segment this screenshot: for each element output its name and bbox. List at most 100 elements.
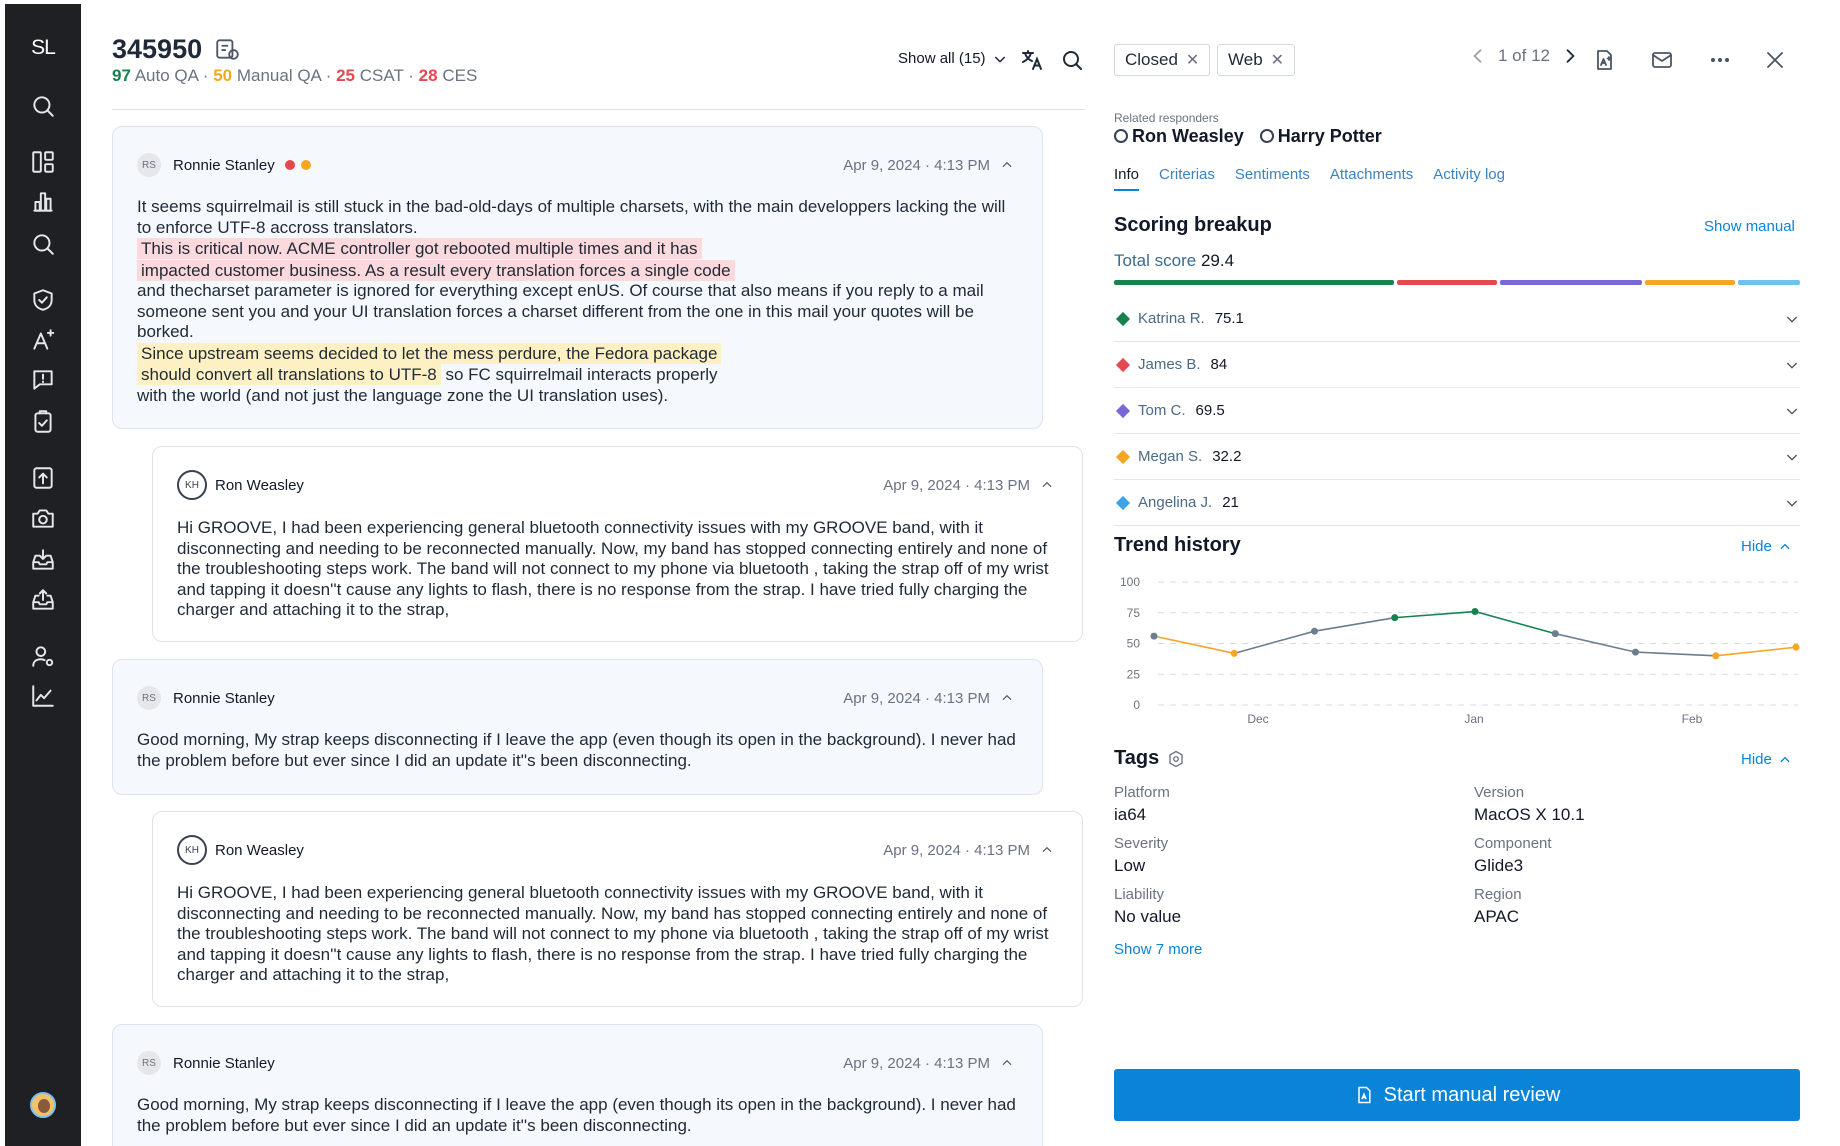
- upload-icon[interactable]: [29, 464, 57, 492]
- tab-sentiments[interactable]: Sentiments: [1235, 166, 1310, 191]
- trend-line-segment: [1153, 635, 1235, 655]
- tab-attachments[interactable]: Attachments: [1330, 166, 1413, 191]
- start-manual-review-button[interactable]: Start manual review: [1114, 1069, 1800, 1121]
- show-more-tags-link[interactable]: Show 7 more: [1114, 941, 1202, 958]
- responder[interactable]: Ron Weasley: [1114, 126, 1244, 147]
- search-icon[interactable]: [29, 92, 57, 120]
- chevron-down-icon[interactable]: [1784, 449, 1800, 465]
- user-settings-icon[interactable]: [29, 642, 57, 670]
- conversation-header: 345950 97 Auto QA · 50 Manual QA · 25 CS…: [112, 30, 1085, 110]
- inbox-out-icon[interactable]: [29, 586, 57, 614]
- user-avatar[interactable]: [30, 1092, 56, 1118]
- inbox-in-icon[interactable]: [29, 546, 57, 574]
- x-tick-label: Feb: [1682, 712, 1703, 726]
- score-bar-segment: [1114, 280, 1394, 285]
- tab-info[interactable]: Info: [1114, 166, 1140, 191]
- message-body: It seems squirrelmail is still stuck in …: [137, 197, 1006, 405]
- ai-review-icon[interactable]: [1590, 46, 1618, 74]
- message-header: KH Ron Weasley Apr 9, 2024 · 4:13 PM: [177, 470, 1054, 500]
- show-all-dropdown[interactable]: Show all (15): [898, 50, 1008, 67]
- tag-version: Version MacOS X 10.1: [1474, 784, 1585, 824]
- app-logo[interactable]: SL: [5, 36, 81, 60]
- chevron-down-icon[interactable]: [1784, 403, 1800, 419]
- trend-line-segment: [1474, 610, 1556, 635]
- search-icon[interactable]: [1058, 46, 1086, 74]
- channel-chip-web[interactable]: Web ✕: [1217, 44, 1296, 76]
- shield-check-icon[interactable]: [29, 286, 57, 314]
- sidebar: SL: [5, 4, 81, 1146]
- message-date[interactable]: Apr 9, 2024 · 4:13 PM: [843, 157, 1014, 174]
- tag-component: Component Glide3: [1474, 835, 1552, 875]
- camera-icon[interactable]: [29, 504, 57, 532]
- tag-severity: Severity Low: [1114, 835, 1169, 875]
- message-date[interactable]: Apr 9, 2024 · 4:13 PM: [843, 1055, 1014, 1072]
- tab-criterias[interactable]: Criterias: [1159, 166, 1215, 191]
- trend-chart-icon[interactable]: [29, 682, 57, 710]
- trend-line-segment: [1234, 630, 1315, 655]
- message-header: KH Ron Weasley Apr 9, 2024 · 4:13 PM: [177, 835, 1054, 865]
- message-date[interactable]: Apr 9, 2024 · 4:13 PM: [883, 477, 1054, 494]
- close-icon[interactable]: ✕: [1271, 50, 1284, 70]
- hide-trend-link[interactable]: Hide: [1741, 538, 1792, 555]
- scoring-breakup-title: Scoring breakup: [1114, 214, 1272, 236]
- ai-text-icon[interactable]: [29, 326, 57, 354]
- chevron-down-icon[interactable]: [1784, 311, 1800, 327]
- message-date[interactable]: Apr 9, 2024 · 4:13 PM: [843, 690, 1014, 707]
- tab-activity-log[interactable]: Activity log: [1433, 166, 1505, 191]
- message-header: RS Ronnie Stanley Apr 9, 2024 · 4:13 PM: [137, 153, 1014, 177]
- show-manual-link[interactable]: Show manual: [1704, 218, 1795, 235]
- scorer-row[interactable]: Angelina J. 21: [1114, 480, 1800, 526]
- message-author: Ronnie Stanley: [173, 689, 275, 707]
- feedback-icon[interactable]: [29, 366, 57, 394]
- scorer-name: Katrina R.: [1138, 310, 1205, 327]
- bar-chart-icon[interactable]: [29, 188, 57, 216]
- hide-tags-link[interactable]: Hide: [1741, 751, 1792, 768]
- scorer-color-marker: [1115, 357, 1131, 372]
- headset-icon: [1259, 129, 1274, 143]
- chevron-down-icon: [994, 56, 1005, 63]
- message-customer: RS Ronnie Stanley Apr 9, 2024 · 4:13 PM …: [112, 659, 1043, 795]
- scorer-color-marker: [1115, 311, 1131, 326]
- chevron-up-icon: [1002, 694, 1012, 701]
- trend-point: [1792, 643, 1800, 651]
- tag-region: Region APAC: [1474, 886, 1522, 926]
- mail-icon[interactable]: [1648, 46, 1676, 74]
- status-chip-closed[interactable]: Closed ✕: [1114, 44, 1211, 76]
- agent-headset-avatar: KH: [177, 470, 207, 500]
- dashboard-icon[interactable]: [29, 148, 57, 176]
- close-icon[interactable]: [1761, 46, 1789, 74]
- scorer-name: Tom C.: [1138, 402, 1186, 419]
- chevron-down-icon[interactable]: [1784, 357, 1800, 373]
- clipboard-check-icon[interactable]: [29, 408, 57, 436]
- chevron-down-icon[interactable]: [1784, 495, 1800, 511]
- y-tick-label: 25: [1127, 667, 1141, 681]
- message-author: Ronnie Stanley: [173, 156, 275, 174]
- chevron-left-icon[interactable]: [1468, 46, 1488, 66]
- close-icon[interactable]: ✕: [1186, 50, 1199, 70]
- scorer-row[interactable]: Megan S. 32.2: [1114, 434, 1800, 480]
- trend-point: [1632, 648, 1639, 656]
- settings-icon[interactable]: [1167, 750, 1185, 768]
- scorer-score: 32.2: [1212, 448, 1242, 465]
- chevron-up-icon: [1042, 481, 1052, 488]
- scorer-row[interactable]: Katrina R. 75.1: [1114, 296, 1800, 342]
- responder[interactable]: Harry Potter: [1259, 126, 1382, 147]
- more-icon[interactable]: [1706, 46, 1734, 74]
- avatar: RS: [137, 1051, 161, 1075]
- message-body: Good morning, My strap keeps disconnecti…: [137, 730, 1016, 770]
- ticket-details-icon[interactable]: [214, 36, 240, 62]
- headset-icon: [1114, 129, 1128, 143]
- search-icon[interactable]: [29, 230, 57, 258]
- scorer-row[interactable]: Tom C. 69.5: [1114, 388, 1800, 434]
- tag-platform: Platform ia64: [1114, 784, 1170, 824]
- trend-point: [1150, 632, 1158, 640]
- message-date[interactable]: Apr 9, 2024 · 4:13 PM: [883, 842, 1054, 859]
- trend-point: [1230, 649, 1238, 657]
- translate-icon[interactable]: [1018, 46, 1046, 74]
- message-body: Hi GROOVE, I had been experiencing gener…: [177, 883, 1049, 984]
- trend-point: [1311, 627, 1318, 635]
- chevron-right-icon[interactable]: [1560, 46, 1580, 66]
- related-responders: Ron Weasley Harry Potter: [1114, 126, 1382, 147]
- scorer-row[interactable]: James B. 84: [1114, 342, 1800, 388]
- panel-tabs: Info Criterias Sentiments Attachments Ac…: [1114, 166, 1505, 191]
